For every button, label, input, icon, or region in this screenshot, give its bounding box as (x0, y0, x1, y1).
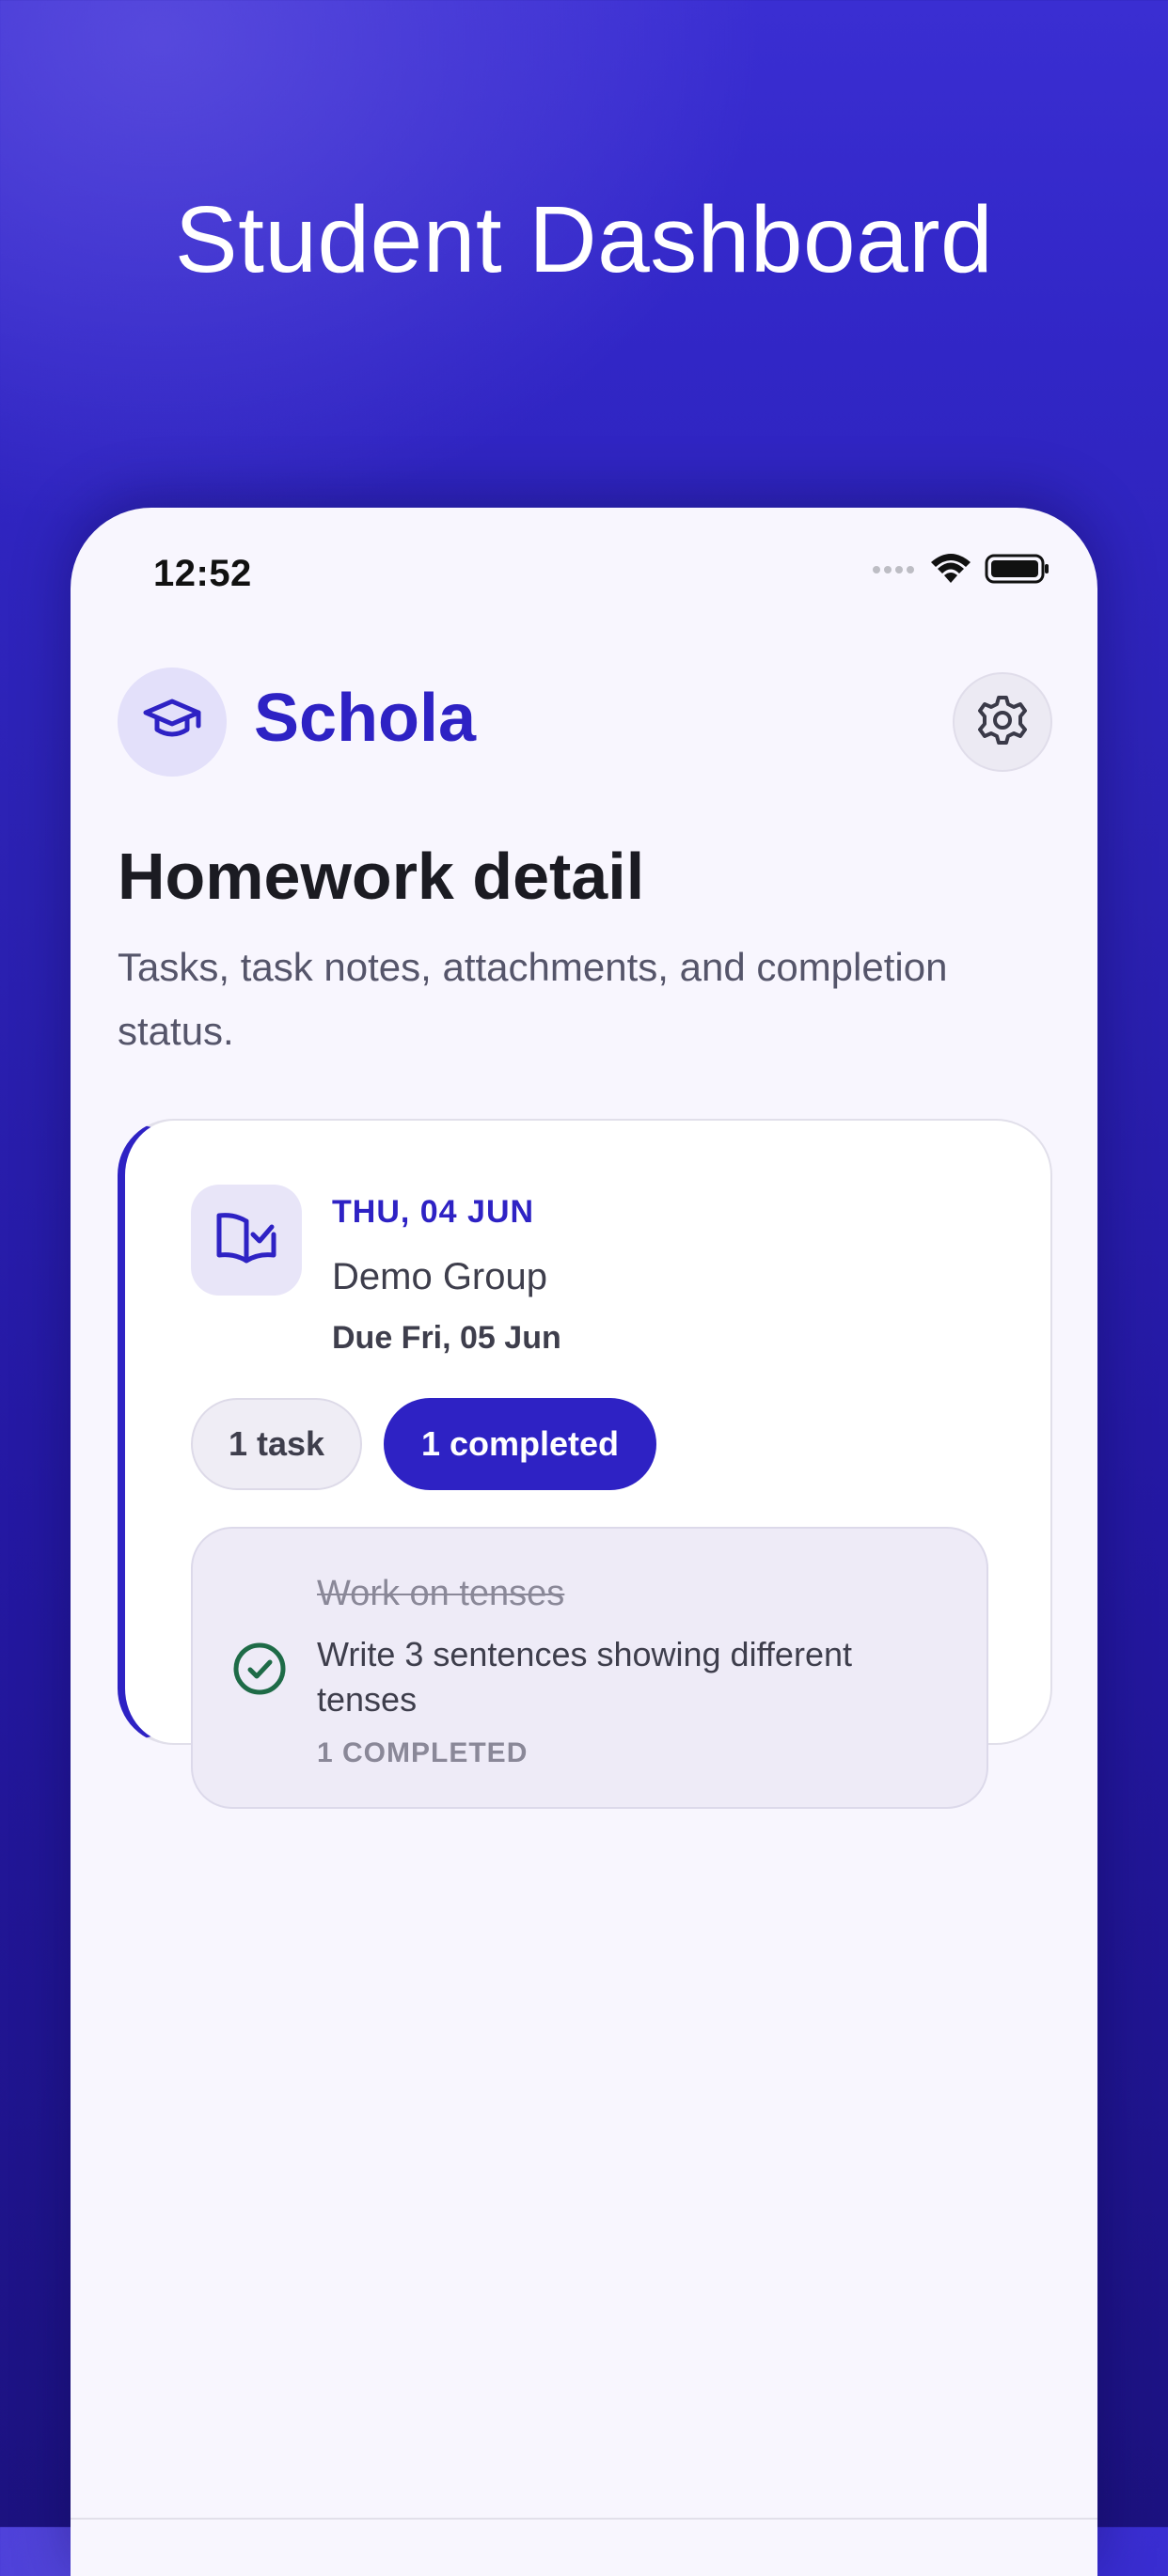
status-icons (872, 553, 1050, 589)
page-title: Homework detail (118, 840, 645, 913)
phone-screen: 12:52 Schola Homework detail Tasks, task… (71, 508, 1097, 2576)
task-status: 1 COMPLETED (317, 1737, 529, 1768)
brand-name: Schola (254, 681, 477, 756)
wifi-icon (930, 553, 971, 589)
graduation-cap-icon (142, 690, 202, 755)
homework-date: THU, 04 JUN (332, 1194, 535, 1230)
homework-due-date: Due Fri, 05 Jun (332, 1320, 561, 1356)
book-check-icon (215, 1210, 277, 1271)
task-note: Write 3 sentences showing different tens… (317, 1635, 852, 1719)
check-circle-icon[interactable] (232, 1641, 287, 1696)
promo-title: Student Dashboard (174, 187, 994, 292)
completed-count-badge: 1 completed (384, 1398, 656, 1490)
battery-icon (985, 553, 1050, 589)
signal-dots-icon (872, 563, 917, 580)
homework-group: Demo Group (332, 1256, 547, 1297)
homework-card[interactable]: THU, 04 JUN Demo Group Due Fri, 05 Jun 1… (118, 1119, 1052, 1809)
bottom-divider (71, 2518, 1097, 2520)
settings-button[interactable] (953, 672, 1052, 772)
page-subtitle: Tasks, task notes, attachments, and comp… (118, 945, 948, 1053)
gear-icon (975, 693, 1030, 752)
homework-icon-tile (191, 1185, 302, 1296)
status-time: 12:52 (153, 553, 252, 594)
task-count-badge: 1 task (191, 1398, 362, 1490)
task-item[interactable]: Work on tenses Write 3 sentences showing… (191, 1527, 988, 1809)
task-title: Work on tenses (317, 1574, 565, 1613)
brand-logo (118, 668, 227, 777)
